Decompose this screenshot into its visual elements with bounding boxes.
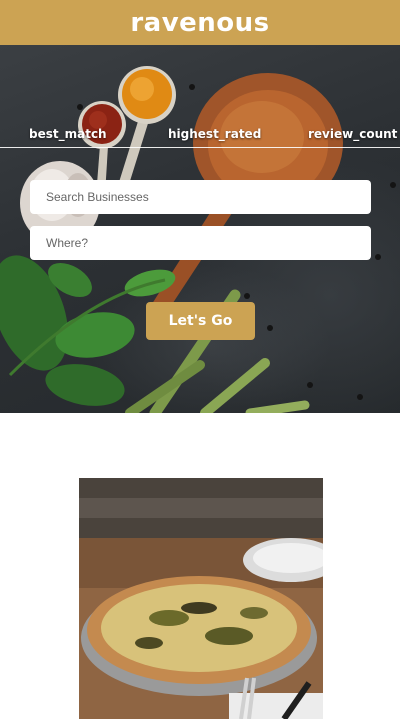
lets-go-button[interactable]: Let's Go bbox=[146, 302, 255, 340]
sort-highest-rated[interactable]: highest_rated bbox=[168, 127, 261, 141]
business-search-input[interactable] bbox=[30, 180, 371, 214]
sort-options-bar: best_match highest_rated review_count bbox=[0, 127, 400, 148]
sort-review-count[interactable]: review_count bbox=[308, 127, 397, 141]
search-hero: best_match highest_rated review_count Le… bbox=[0, 45, 400, 413]
pizza-photo bbox=[79, 478, 323, 719]
brand-logo: ravenous bbox=[130, 7, 270, 38]
app-header: ravenous bbox=[0, 0, 400, 45]
location-input[interactable] bbox=[30, 226, 371, 260]
sort-best-match[interactable]: best_match bbox=[29, 127, 107, 141]
business-card-image[interactable] bbox=[79, 478, 323, 719]
